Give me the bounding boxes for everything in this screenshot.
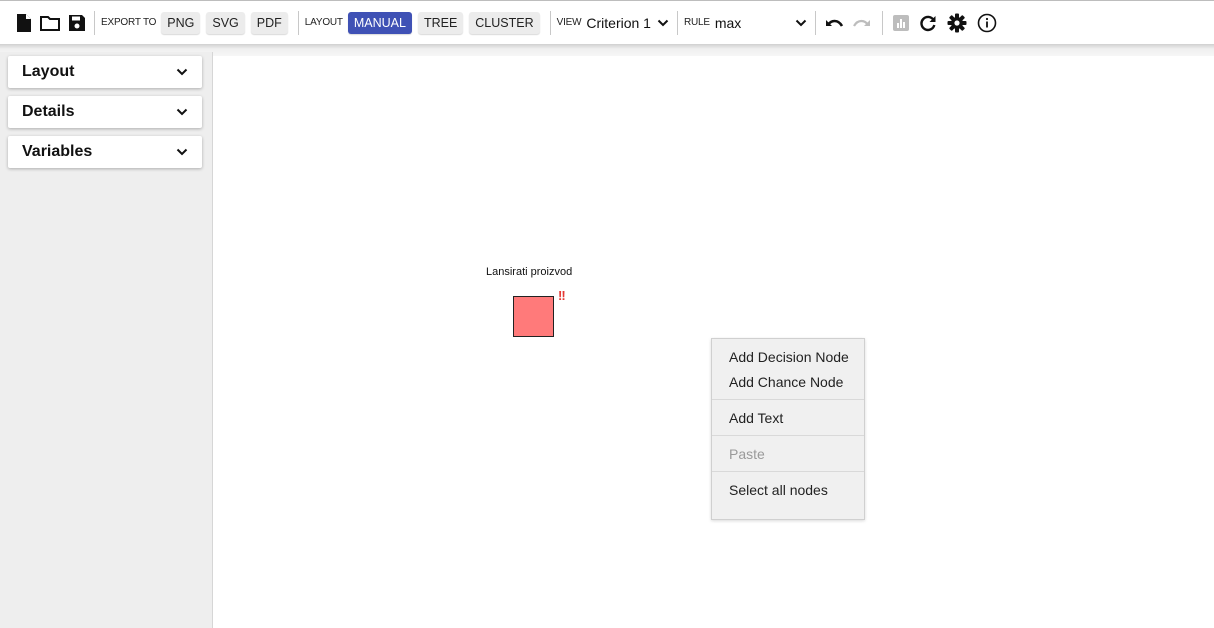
layout-cluster-button[interactable]: CLUSTER xyxy=(469,11,540,34)
decision-node[interactable] xyxy=(513,296,554,337)
panel-title: Details xyxy=(22,103,75,120)
node-label[interactable]: Lansirati proizvod xyxy=(486,266,572,278)
toolbar-divider xyxy=(94,10,95,35)
toolbar-divider xyxy=(549,10,551,35)
rule-label: RULE xyxy=(683,17,710,28)
export-label: EXPORT TO xyxy=(101,17,157,28)
save-icon[interactable] xyxy=(68,14,86,32)
sidebar: Layout Details Variables xyxy=(0,52,213,628)
toolbar-divider xyxy=(814,10,816,35)
view-label: VIEW xyxy=(556,17,582,28)
rule-select[interactable]: max xyxy=(715,15,807,31)
toolbar-divider xyxy=(297,10,299,35)
menu-item-add-decision-node[interactable]: Add Decision Node xyxy=(712,344,864,369)
sidebar-panel-variables[interactable]: Variables xyxy=(8,136,202,168)
gear-icon[interactable] xyxy=(947,13,967,33)
export-svg-button[interactable]: SVG xyxy=(206,11,245,34)
chevron-down-icon xyxy=(657,19,669,27)
menu-item-paste: Paste xyxy=(729,445,765,462)
toolbar: EXPORT TO PNG SVG PDF LAYOUT MANUAL TREE… xyxy=(0,0,1214,44)
chevron-down-icon xyxy=(176,143,188,161)
menu-divider xyxy=(712,435,864,436)
chevron-down-icon xyxy=(176,63,188,81)
panel-title: Variables xyxy=(22,143,93,160)
toolbar-divider xyxy=(676,10,678,35)
context-menu: Add Decision Node Add Chance Node Add Te… xyxy=(711,338,865,520)
info-icon[interactable] xyxy=(977,13,997,33)
redo-icon[interactable] xyxy=(852,16,872,30)
rule-select-value: max xyxy=(714,14,742,31)
undo-icon[interactable] xyxy=(824,16,844,30)
menu-item-add-text[interactable]: Add Text xyxy=(712,405,864,430)
export-pdf-button[interactable]: PDF xyxy=(250,11,288,34)
menu-divider xyxy=(712,399,864,400)
warning-indicator: !! xyxy=(558,288,566,303)
panel-title: Layout xyxy=(22,63,75,80)
chart-icon[interactable] xyxy=(892,14,909,31)
layout-tree-button[interactable]: TREE xyxy=(417,11,464,34)
menu-item-select-all-nodes[interactable]: Select all nodes xyxy=(712,477,864,502)
refresh-icon[interactable] xyxy=(919,14,937,32)
export-png-button[interactable]: PNG xyxy=(161,11,201,34)
menu-item-add-chance-node[interactable]: Add Chance Node xyxy=(712,369,864,394)
view-select-value: Criterion 1 xyxy=(586,14,651,31)
view-select[interactable]: Criterion 1 xyxy=(586,15,669,31)
layout-label: LAYOUT xyxy=(304,17,343,28)
chevron-down-icon xyxy=(795,19,807,27)
toolbar-divider xyxy=(881,10,883,35)
menu-divider xyxy=(712,471,864,472)
sidebar-panel-details[interactable]: Details xyxy=(8,96,202,128)
folder-icon[interactable] xyxy=(40,15,60,31)
sidebar-panel-layout[interactable]: Layout xyxy=(8,56,202,88)
new-document-icon[interactable] xyxy=(16,13,32,33)
layout-manual-button[interactable]: MANUAL xyxy=(347,11,412,34)
chevron-down-icon xyxy=(176,103,188,121)
